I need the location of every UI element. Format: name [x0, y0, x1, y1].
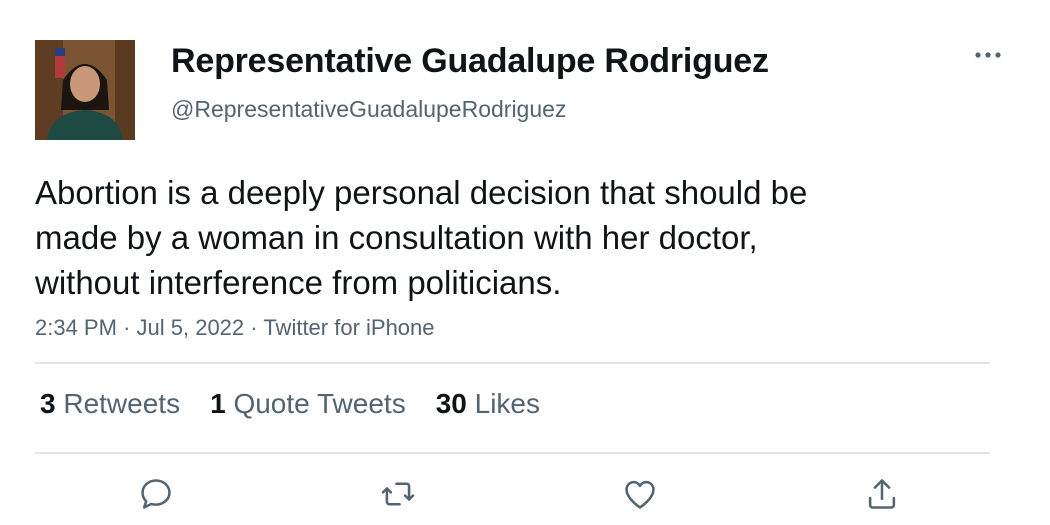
tweet-text: Abortion is a deeply personal decision t… — [35, 170, 935, 305]
avatar[interactable] — [35, 40, 135, 140]
tweet-text-line: without interference from politicians. — [35, 264, 562, 301]
divider — [35, 362, 990, 364]
like-button[interactable] — [620, 474, 660, 514]
meta-separator: · — [123, 315, 131, 340]
engagement-stats: 3 Retweets 1 Quote Tweets 30 Likes — [40, 388, 570, 420]
divider — [35, 452, 990, 454]
tweet-metadata: 2:34 PM · Jul 5, 2022 · Twitter for iPho… — [35, 315, 435, 341]
retweets-label: Retweets — [63, 388, 181, 419]
quote-tweets-count: 1 — [210, 388, 226, 419]
user-handle[interactable]: @RepresentativeGuadalupeRodriguez — [171, 96, 566, 123]
more-options-icon[interactable] — [968, 40, 1008, 70]
reply-button[interactable] — [136, 474, 176, 514]
display-name[interactable]: Representative Guadalupe Rodriguez — [171, 42, 769, 81]
quote-tweets-label: Quote Tweets — [233, 388, 406, 419]
tweet-time[interactable]: 2:34 PM — [35, 315, 117, 340]
tweet-date[interactable]: Jul 5, 2022 — [137, 315, 245, 340]
reply-icon — [141, 479, 171, 509]
likes-count: 30 — [435, 388, 467, 419]
retweet-button[interactable] — [378, 474, 418, 514]
tweet-source[interactable]: Twitter for iPhone — [263, 315, 434, 340]
share-button[interactable] — [862, 474, 902, 514]
retweets-count: 3 — [40, 388, 56, 419]
tweet-text-line: made by a woman in consultation with her… — [35, 219, 758, 256]
meta-separator: · — [250, 315, 258, 340]
retweet-icon — [381, 482, 415, 506]
quote-tweets-stat[interactable]: 1 Quote Tweets — [210, 388, 406, 420]
tweet-card: Representative Guadalupe Rodriguez @Repr… — [0, 0, 1050, 525]
likes-stat[interactable]: 30 Likes — [436, 388, 540, 420]
share-icon — [868, 479, 896, 509]
retweets-stat[interactable]: 3 Retweets — [40, 388, 180, 420]
tweet-text-line: Abortion is a deeply personal decision t… — [35, 174, 808, 211]
like-icon — [625, 480, 655, 509]
likes-label: Likes — [474, 388, 541, 419]
